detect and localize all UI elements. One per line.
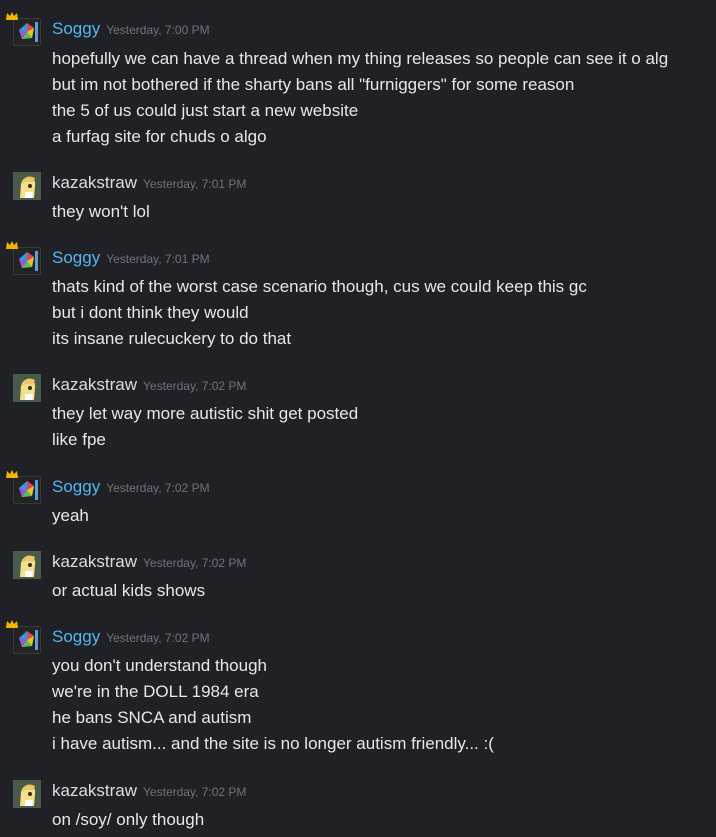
author-name[interactable]: kazakstraw Yesterday, 7:02 PM xyxy=(52,780,246,803)
author-label[interactable]: Soggy xyxy=(52,19,100,38)
author-label[interactable]: Soggy xyxy=(52,477,100,496)
author-label[interactable]: kazakstraw xyxy=(52,552,137,571)
message-line: its insane rulecuckery to do that xyxy=(52,329,292,348)
timestamp: Yesterday, 7:02 PM xyxy=(106,631,210,645)
timestamp: Yesterday, 7:00 PM xyxy=(106,23,210,37)
avatar[interactable] xyxy=(13,780,41,808)
message-line: they won't lol xyxy=(52,202,150,221)
message-line: thats kind of the worst case scenario th… xyxy=(52,277,587,296)
timestamp: Yesterday, 7:02 PM xyxy=(143,785,247,799)
author-name[interactable]: kazakstraw Yesterday, 7:01 PM xyxy=(52,172,246,195)
author-name[interactable]: kazakstraw Yesterday, 7:02 PM xyxy=(52,374,246,397)
avatar-image-icon xyxy=(14,627,40,653)
author-label[interactable]: Soggy xyxy=(52,248,100,267)
message-line: a furfag site for chuds o algo xyxy=(52,127,267,146)
author-label[interactable]: kazakstraw xyxy=(52,173,137,192)
author-label[interactable]: kazakstraw xyxy=(52,781,137,800)
timestamp: Yesterday, 7:02 PM xyxy=(143,556,247,570)
author-name[interactable]: kazakstraw Yesterday, 7:02 PM xyxy=(52,551,246,574)
avatar-image-icon xyxy=(14,477,40,503)
avatar[interactable] xyxy=(13,551,41,579)
message-line: on /soy/ only though xyxy=(52,810,205,829)
timestamp: Yesterday, 7:02 PM xyxy=(106,481,210,495)
message-line: they let way more autistic shit get post… xyxy=(52,404,359,423)
message-line: i have autism... and the site is no long… xyxy=(52,734,494,753)
author-name[interactable]: Soggy Yesterday, 7:00 PM xyxy=(52,18,210,41)
avatar-image-icon xyxy=(14,248,40,274)
message-line: he bans SNCA and autism xyxy=(52,708,252,727)
message-line: or actual kids shows xyxy=(52,581,206,600)
avatar[interactable] xyxy=(13,626,41,654)
avatar[interactable] xyxy=(13,374,41,402)
message-line: but i dont think they would xyxy=(52,303,249,322)
author-name[interactable]: Soggy Yesterday, 7:01 PM xyxy=(52,247,210,270)
pony-avatar-icon xyxy=(13,172,41,200)
message-line: we're in the DOLL 1984 era xyxy=(52,682,259,701)
author-label[interactable]: Soggy xyxy=(52,627,100,646)
timestamp: Yesterday, 7:01 PM xyxy=(143,177,247,191)
timestamp: Yesterday, 7:02 PM xyxy=(143,379,247,393)
avatar[interactable] xyxy=(13,172,41,200)
pony-avatar-icon xyxy=(13,374,41,402)
avatar[interactable] xyxy=(13,18,41,46)
message-line: you don't understand though xyxy=(52,656,267,675)
message-line: hopefully we can have a thread when my t… xyxy=(52,49,669,68)
avatar-image-icon xyxy=(14,19,40,45)
message-line: the 5 of us could just start a new websi… xyxy=(52,101,359,120)
pony-avatar-icon xyxy=(13,780,41,808)
message-line: like fpe xyxy=(52,430,106,449)
crown-icon xyxy=(6,470,18,478)
avatar[interactable] xyxy=(13,247,41,275)
crown-icon xyxy=(6,620,18,628)
crown-icon xyxy=(6,241,18,249)
author-label[interactable]: kazakstraw xyxy=(52,375,137,394)
message-line: yeah xyxy=(52,506,89,525)
timestamp: Yesterday, 7:01 PM xyxy=(106,252,210,266)
crown-icon xyxy=(6,12,18,20)
author-name[interactable]: Soggy Yesterday, 7:02 PM xyxy=(52,476,210,499)
avatar[interactable] xyxy=(13,476,41,504)
message-line: but im not bothered if the sharty bans a… xyxy=(52,75,575,94)
pony-avatar-icon xyxy=(13,551,41,579)
author-name[interactable]: Soggy Yesterday, 7:02 PM xyxy=(52,626,210,649)
